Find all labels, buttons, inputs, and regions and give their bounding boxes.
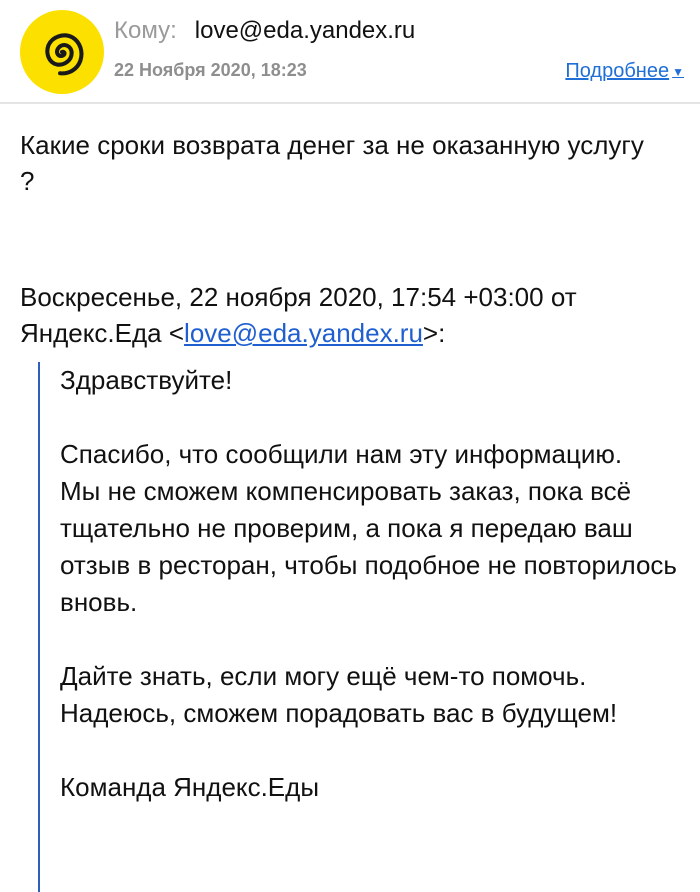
recipient-row: Кому: love@eda.yandex.ru bbox=[114, 17, 415, 45]
quote-paragraph-2: Дайте знать, если могу ещё чем-то помочь… bbox=[60, 658, 678, 732]
quote-greeting: Здравствуйте! bbox=[60, 365, 233, 395]
quote-p2-line2: Надеюсь, сможем порадовать вас в будущем… bbox=[60, 698, 618, 728]
quoted-message: Здравствуйте! Спасибо, что сообщили нам … bbox=[38, 362, 678, 892]
quote-p2-line1: Дайте знать, если могу ещё чем-то помочь… bbox=[60, 661, 587, 691]
message-header: Кому: love@eda.yandex.ru 22 Ноября 2020, … bbox=[0, 0, 700, 104]
message-date: 22 Ноября 2020, 18:23 bbox=[114, 60, 307, 80]
message-question: Какие сроки возврата денег за не оказанн… bbox=[20, 130, 644, 196]
quote-paragraph-1: Спасибо, что сообщили нам эту информацию… bbox=[60, 436, 678, 621]
details-link-label: Подробнее bbox=[565, 60, 670, 82]
quote-signature: Команда Яндекс.Еды bbox=[60, 772, 320, 802]
quoted-reply-header: Воскресенье, 22 ноября 2020, 17:54 +03:0… bbox=[20, 279, 680, 351]
recipient-address[interactable]: love@eda.yandex.ru bbox=[195, 17, 416, 44]
reply-header-suffix: >: bbox=[422, 318, 446, 348]
sender-email-link[interactable]: love@eda.yandex.ru bbox=[184, 318, 423, 348]
quote-p1-line1: Спасибо, что сообщили нам эту информацию… bbox=[60, 439, 623, 469]
spiral-icon bbox=[45, 33, 84, 76]
caret-down-icon: ▼ bbox=[672, 64, 684, 79]
details-link[interactable]: Подробнее ▼ bbox=[565, 60, 684, 83]
quote-p1-line2: Мы не сможем компенсировать заказ, пока … bbox=[60, 476, 677, 617]
to-label: Кому: bbox=[114, 17, 177, 44]
sender-avatar[interactable] bbox=[20, 10, 104, 94]
